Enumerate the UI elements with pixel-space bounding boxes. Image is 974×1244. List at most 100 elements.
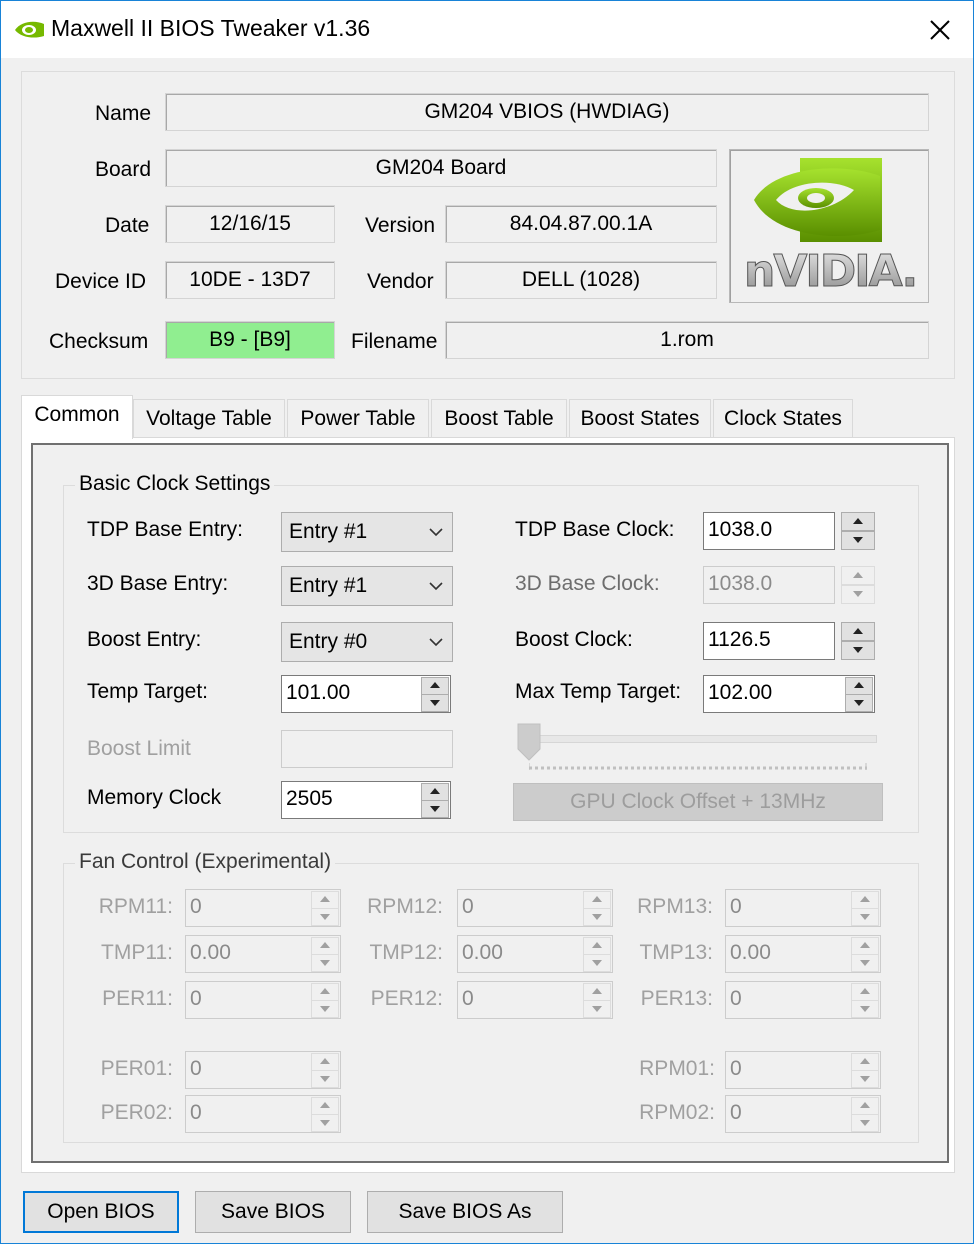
tdp-base-clock-input[interactable]: 1038.0 (703, 512, 835, 550)
spin-down-icon (311, 954, 339, 972)
nvidia-eye-icon (15, 21, 44, 38)
version-field: 84.04.87.00.1A (445, 205, 717, 243)
spin-up-icon[interactable] (841, 512, 875, 531)
gpu-offset-slider-track (519, 735, 877, 743)
rpm13-label: RPM13: (637, 895, 713, 918)
boost-entry-label: Boost Entry: (87, 628, 202, 651)
save-bios-button[interactable]: Save BIOS (195, 1191, 351, 1233)
close-icon[interactable] (925, 15, 955, 45)
tmp13-value: 0.00 (730, 941, 771, 964)
tab-common[interactable]: Common (21, 395, 133, 439)
per11-spinner: 0 (185, 981, 341, 1019)
tab-boost-states[interactable]: Boost States (569, 399, 711, 437)
tdp-base-clock-spin[interactable] (841, 512, 875, 550)
spin-up-icon (311, 1097, 339, 1115)
boost-limit-label: Boost Limit (87, 737, 191, 760)
tab-power-table[interactable]: Power Table (287, 399, 429, 437)
board-label: Board (95, 158, 152, 181)
spin-down-icon[interactable] (421, 800, 449, 818)
per02-label: PER02: (100, 1101, 173, 1124)
base3d-entry-dropdown[interactable]: Entry #1 (281, 566, 453, 606)
spin-up-icon[interactable] (421, 677, 449, 695)
spin-down-icon (851, 954, 879, 972)
memory-clock-value: 2505 (286, 787, 333, 810)
title-bar[interactable]: Maxwell II BIOS Tweaker v1.36 (1, 1, 973, 58)
spin-up-icon (851, 937, 879, 955)
tab-voltage-table[interactable]: Voltage Table (133, 399, 285, 437)
max-temp-target-label: Max Temp Target: (515, 680, 682, 703)
per12-label: PER12: (370, 987, 443, 1010)
chevron-down-icon (429, 582, 443, 591)
filename-label: Filename (351, 330, 438, 353)
tdp-base-entry-value: Entry #1 (289, 520, 368, 543)
rpm02-label: RPM02: (639, 1101, 715, 1124)
tab-boost-table[interactable]: Boost Table (431, 399, 567, 437)
spin-up-icon[interactable] (845, 677, 873, 695)
tmp11-value: 0.00 (190, 941, 231, 964)
spin-down-icon[interactable] (841, 641, 875, 660)
base3d-clock-spin (841, 566, 875, 604)
per13-spinner: 0 (725, 981, 881, 1019)
spin-down-icon (851, 1000, 879, 1018)
save-bios-as-button[interactable]: Save BIOS As (367, 1191, 563, 1233)
open-bios-button[interactable]: Open BIOS (23, 1191, 179, 1233)
gpu-offset-slider-ticks (529, 763, 867, 770)
chevron-down-icon (429, 528, 443, 537)
rpm11-value: 0 (190, 895, 202, 918)
spin-down-icon (851, 908, 879, 926)
spin-down-icon[interactable] (841, 531, 875, 550)
temp-target-spinner[interactable]: 101.00 (281, 675, 451, 713)
base3d-clock-label: 3D Base Clock: (515, 572, 660, 595)
per11-label: PER11: (102, 987, 173, 1010)
boost-clock-input[interactable]: 1126.5 (703, 622, 835, 660)
per02-value: 0 (190, 1101, 202, 1124)
date-label: Date (105, 214, 150, 237)
filename-field: 1.rom (445, 321, 929, 359)
boost-clock-spin[interactable] (841, 622, 875, 660)
tmp11-spinner: 0.00 (185, 935, 341, 973)
spin-down-icon (583, 908, 611, 926)
rpm02-spinner: 0 (725, 1095, 881, 1133)
per13-label: PER13: (640, 987, 713, 1010)
nvidia-logo-panel: nVIDIA. (729, 149, 929, 303)
vendor-label: Vendor (367, 270, 434, 293)
tdp-base-entry-dropdown[interactable]: Entry #1 (281, 512, 453, 552)
spin-down-icon (311, 908, 339, 926)
memory-clock-spinner[interactable]: 2505 (281, 781, 451, 819)
per02-spinner: 0 (185, 1095, 341, 1133)
max-temp-target-spinner[interactable]: 102.00 (703, 675, 875, 713)
temp-target-value: 101.00 (286, 681, 351, 704)
spin-up-icon[interactable] (841, 622, 875, 641)
device-id-label: Device ID (55, 270, 147, 293)
per12-spinner: 0 (457, 981, 613, 1019)
spin-down-icon (311, 1114, 339, 1132)
rpm13-value: 0 (730, 895, 742, 918)
spin-up-icon (851, 983, 879, 1001)
device-id-field: 10DE - 13D7 (165, 261, 335, 299)
spin-up-icon (311, 983, 339, 1001)
boost-entry-dropdown[interactable]: Entry #0 (281, 622, 453, 662)
spin-down-icon (851, 1114, 879, 1132)
spin-down-icon[interactable] (421, 694, 449, 712)
boost-entry-value: Entry #0 (289, 630, 368, 653)
spin-down-icon (851, 1070, 879, 1088)
window-title: Maxwell II BIOS Tweaker v1.36 (51, 15, 371, 41)
rpm01-spinner: 0 (725, 1051, 881, 1089)
checksum-field: B9 - [B9] (165, 321, 335, 359)
rpm13-spinner: 0 (725, 889, 881, 927)
tmp13-label: TMP13: (639, 941, 713, 964)
spin-down-icon[interactable] (845, 694, 873, 712)
rpm11-label: RPM11: (98, 895, 173, 918)
spin-down-icon (583, 1000, 611, 1018)
spin-up-icon[interactable] (421, 783, 449, 801)
tmp13-spinner: 0.00 (725, 935, 881, 973)
spin-down-icon (841, 585, 875, 604)
nvidia-logo: nVIDIA. (744, 158, 919, 298)
app-window: Maxwell II BIOS Tweaker v1.36 Name GM204… (0, 0, 974, 1244)
rpm12-label: RPM12: (367, 895, 443, 918)
per13-value: 0 (730, 987, 742, 1010)
spin-up-icon (583, 891, 611, 909)
rpm02-value: 0 (730, 1101, 742, 1124)
tab-clock-states[interactable]: Clock States (713, 399, 853, 437)
spin-up-icon (851, 1053, 879, 1071)
